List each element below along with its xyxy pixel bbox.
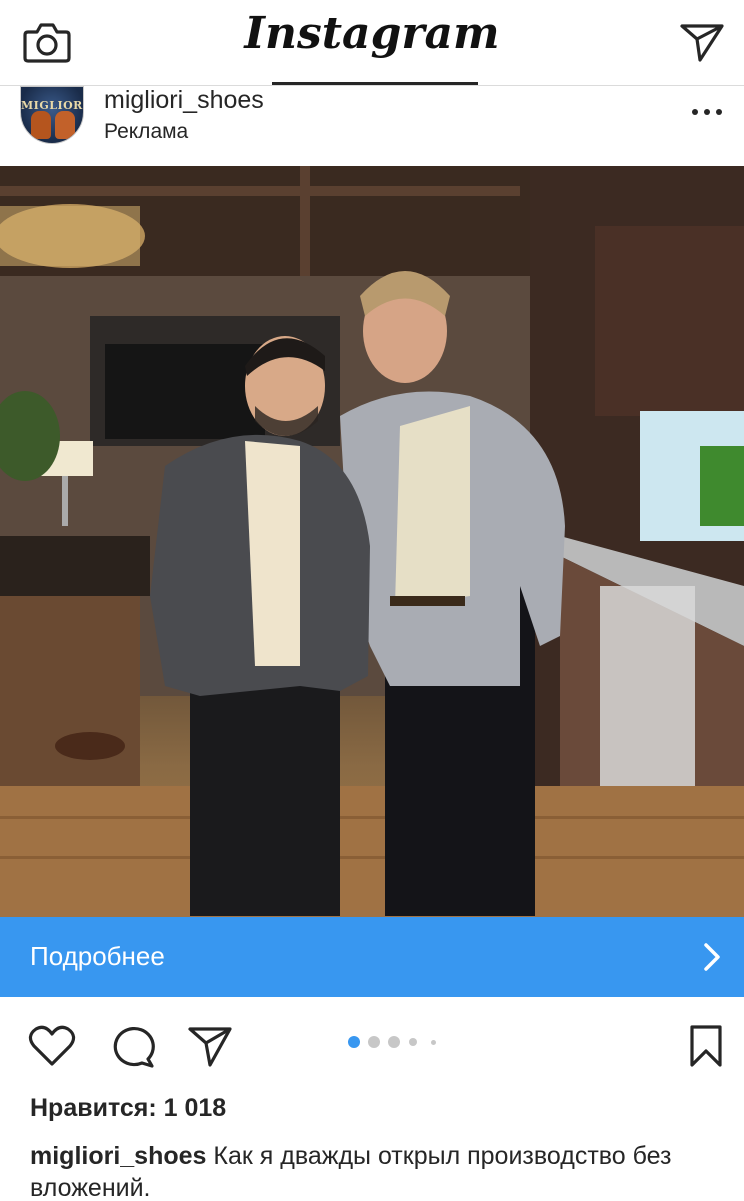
comment-icon[interactable] [108, 1023, 156, 1069]
photo-illustration [0, 166, 744, 917]
sponsored-label: Реклама [104, 120, 189, 143]
share-icon[interactable] [186, 1023, 234, 1069]
post-actions-bar [0, 997, 744, 1093]
post-photo[interactable] [0, 166, 744, 917]
bookmark-icon[interactable] [684, 1023, 732, 1069]
caption-username[interactable]: migliori_shoes [30, 1142, 206, 1170]
post-username[interactable]: migliori_shoes [104, 86, 264, 115]
carousel-dot [368, 1036, 380, 1048]
logo-underline [272, 82, 478, 85]
carousel-dot [388, 1036, 400, 1048]
post-header: MIGLIORI migliori_shoes Реклама [0, 86, 744, 166]
heart-icon[interactable] [28, 1023, 76, 1069]
carousel-dot-active [348, 1036, 360, 1048]
avatar-shoe-left [31, 111, 51, 139]
avatar-shoe-right [55, 111, 75, 139]
cta-label: Подробнее [30, 941, 165, 971]
cta-learn-more-button[interactable]: Подробнее [0, 917, 744, 997]
avatar-brand-text: MIGLIORI [21, 99, 84, 112]
carousel-dot [431, 1040, 436, 1045]
avatar[interactable]: MIGLIORI [20, 86, 84, 144]
top-navigation-bar: Instagram [0, 0, 744, 86]
post-caption: migliori_shoes Как я дважды открыл произ… [30, 1140, 730, 1201]
carousel-dot [409, 1038, 417, 1046]
direct-send-icon[interactable] [678, 18, 726, 64]
chevron-right-icon [704, 943, 720, 971]
likes-count[interactable]: Нравится: 1 018 [30, 1094, 226, 1123]
instagram-logo: Instagram [244, 8, 500, 59]
more-options-icon[interactable] [692, 106, 722, 118]
